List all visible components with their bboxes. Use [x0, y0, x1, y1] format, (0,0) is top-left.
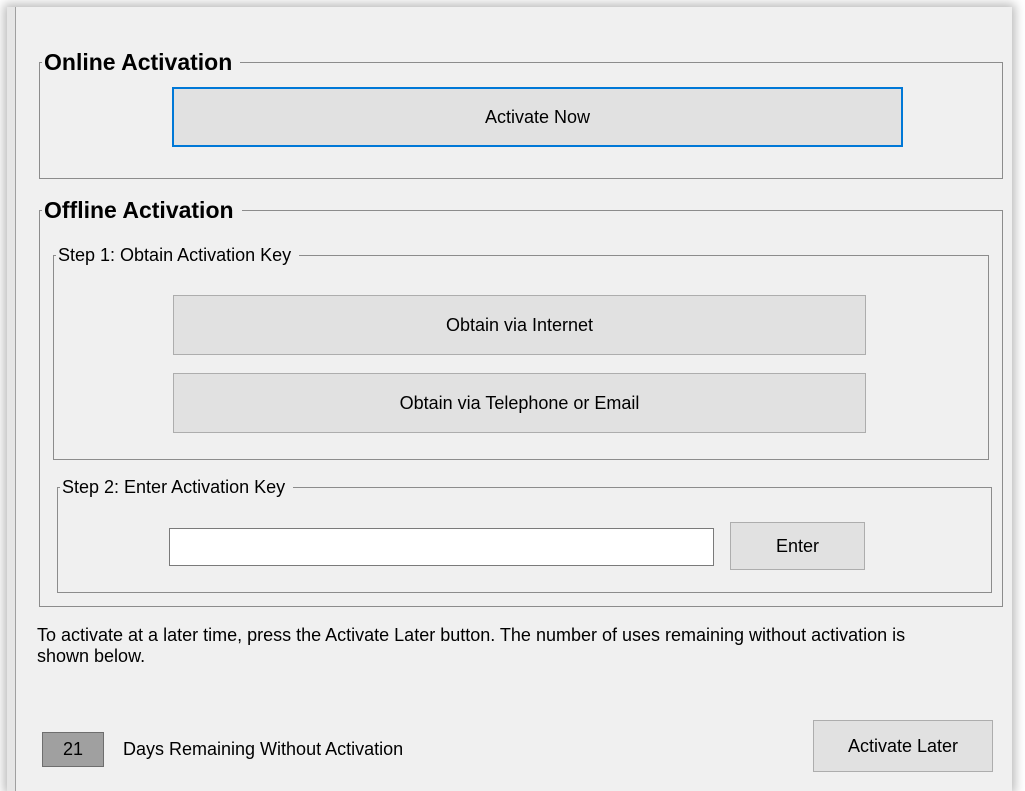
step2-group: Step 2: Enter Activation Key Enter — [57, 478, 992, 593]
activation-dialog: Online Activation Activate Now Offline A… — [7, 7, 1012, 791]
activation-key-input[interactable] — [169, 528, 714, 566]
obtain-via-internet-button[interactable]: Obtain via Internet — [173, 295, 866, 355]
activate-later-info-text: To activate at a later time, press the A… — [37, 625, 906, 666]
online-activation-title: Online Activation — [42, 51, 241, 74]
offline-activation-title: Offline Activation — [42, 199, 242, 222]
offline-activation-group: Offline Activation Step 1: Obtain Activa… — [39, 199, 1003, 607]
step2-title: Step 2: Enter Activation Key — [60, 478, 294, 496]
step1-group: Step 1: Obtain Activation Key Obtain via… — [53, 246, 989, 460]
activate-now-button[interactable]: Activate Now — [172, 87, 903, 147]
activate-later-button[interactable]: Activate Later — [813, 720, 993, 772]
enter-button[interactable]: Enter — [730, 522, 865, 570]
window-left-edge — [7, 7, 16, 791]
online-activation-group: Online Activation Activate Now — [39, 51, 1003, 179]
step1-title: Step 1: Obtain Activation Key — [56, 246, 300, 264]
obtain-via-telephone-email-button[interactable]: Obtain via Telephone or Email — [173, 373, 866, 433]
days-remaining-label: Days Remaining Without Activation — [123, 739, 404, 759]
days-remaining-count: 21 — [42, 732, 104, 767]
